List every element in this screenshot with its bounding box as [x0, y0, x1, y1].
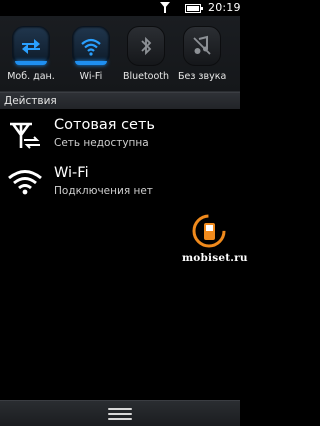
action-subtitle: Подключения нет [54, 185, 153, 197]
clock: 20:19 [208, 1, 241, 14]
wifi-icon [81, 38, 101, 56]
notification-panel: 20:19 Моб. дан. Wi-Fi Bluetooth Без звук… [0, 0, 248, 426]
mobile-data-button[interactable] [12, 26, 50, 66]
drag-handle-icon[interactable] [108, 408, 132, 420]
actions-header: Действия [0, 92, 240, 109]
mobiset-logo-icon [192, 214, 226, 248]
silent-icon [193, 35, 211, 55]
silent-toggle[interactable]: Без звука [178, 26, 226, 82]
mobile-data-icon [22, 39, 40, 54]
battery-icon [185, 4, 203, 13]
wifi-button[interactable] [72, 26, 110, 66]
mobile-data-toggle[interactable]: Моб. дан. [7, 26, 55, 82]
status-bar: 20:19 [0, 0, 241, 16]
quick-toggles: Моб. дан. Wi-Fi Bluetooth Без звука [0, 16, 240, 92]
action-title: Wi-Fi [54, 165, 89, 181]
toggle-label: Wi-Fi [79, 71, 103, 82]
bluetooth-button[interactable] [127, 26, 165, 66]
wifi-item[interactable]: Wi-Fi Подключения нет [0, 160, 240, 206]
action-title: Сотовая сеть [54, 117, 155, 133]
actions-title: Действия [4, 95, 57, 107]
bottom-bar[interactable] [0, 400, 240, 426]
wifi-icon [8, 170, 42, 195]
toggle-label: Моб. дан. [7, 71, 55, 82]
cellular-network-icon [10, 122, 40, 149]
silent-button[interactable] [183, 26, 221, 66]
watermark: mobiset.ru [182, 213, 248, 273]
toggle-label: Bluetooth [122, 71, 170, 82]
bluetooth-toggle[interactable]: Bluetooth [122, 26, 170, 82]
signal-icon [160, 2, 170, 13]
action-subtitle: Сеть недоступна [54, 137, 149, 149]
watermark-text: mobiset.ru [182, 252, 248, 264]
cellular-network-item[interactable]: Сотовая сеть Сеть недоступна [0, 112, 240, 158]
bluetooth-icon [141, 36, 152, 56]
wifi-toggle[interactable]: Wi-Fi [67, 26, 115, 82]
toggle-label: Без звука [178, 71, 227, 82]
